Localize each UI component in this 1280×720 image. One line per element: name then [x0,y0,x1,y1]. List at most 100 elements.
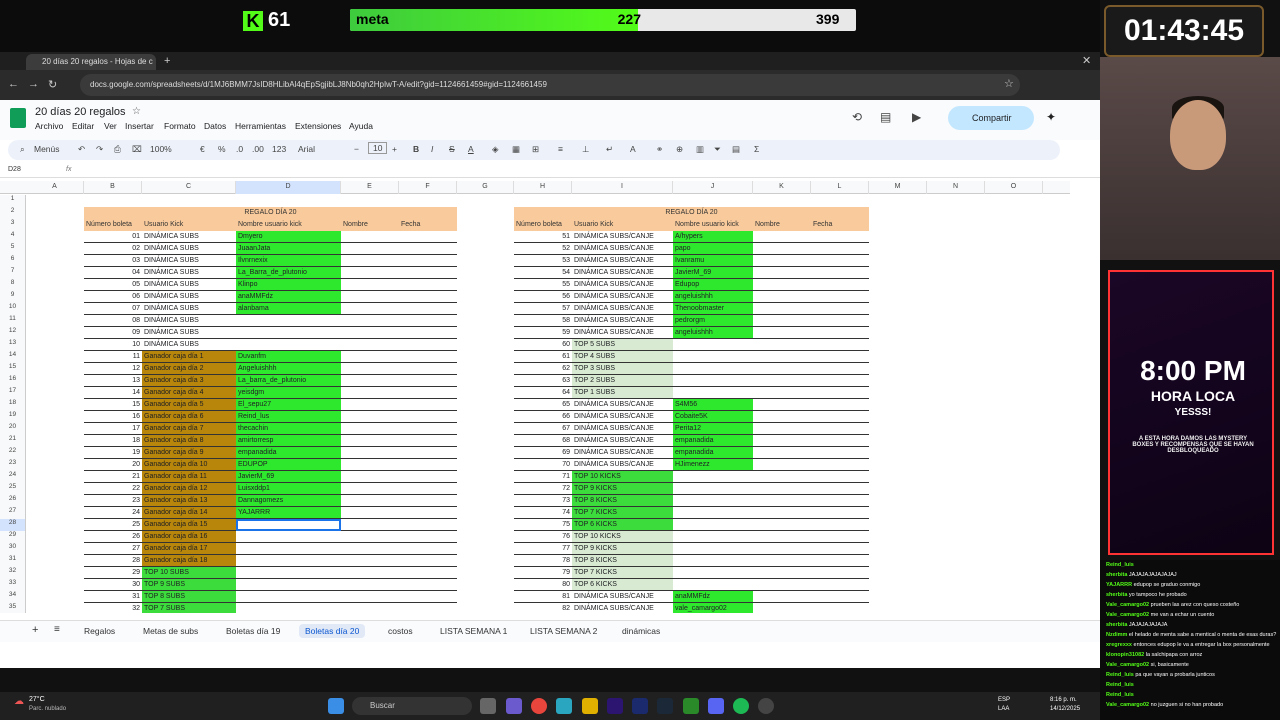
name-cell[interactable] [753,327,811,339]
name-cell[interactable] [341,279,399,291]
name-cell[interactable] [341,363,399,375]
date-cell[interactable] [811,555,869,567]
discord-icon[interactable] [708,698,724,714]
name-cell[interactable] [341,255,399,267]
date-cell[interactable] [399,423,457,435]
name-cell[interactable] [753,495,811,507]
ticket-number[interactable]: 70 [514,459,572,471]
name-cell[interactable] [753,435,811,447]
kick-username[interactable] [673,363,753,375]
kick-user-type[interactable]: DINÁMICA SUBS [142,243,236,255]
kick-username[interactable] [673,387,753,399]
sheet-tab-semana-1[interactable]: LISTA SEMANA 1 [440,626,507,636]
kick-user-type[interactable]: Ganador caja día 11 [142,471,236,483]
ticket-number[interactable]: 19 [84,447,142,459]
date-cell[interactable] [811,411,869,423]
date-cell[interactable] [811,567,869,579]
date-cell[interactable] [399,495,457,507]
date-cell[interactable] [811,507,869,519]
row-header[interactable]: 25 [0,483,26,495]
kick-username[interactable] [236,327,341,339]
name-cell[interactable] [341,543,399,555]
insert-comment-icon[interactable]: ⊕ [676,144,683,155]
kick-user-type[interactable]: TOP 8 KICKS [572,495,673,507]
date-cell[interactable] [811,483,869,495]
date-cell[interactable] [399,375,457,387]
kick-user-type[interactable]: TOP 8 SUBS [142,591,236,603]
date-cell[interactable] [399,255,457,267]
kick-user-type[interactable]: DINÁMICA SUBS/CANJE [572,291,673,303]
ticket-number[interactable]: 01 [84,231,142,243]
name-cell[interactable] [753,315,811,327]
kick-username[interactable]: Luisxddp1 [236,483,341,495]
ticket-number[interactable]: 67 [514,423,572,435]
spotify-icon[interactable] [733,698,749,714]
kick-user-type[interactable]: TOP 10 KICKS [572,471,673,483]
ticket-number[interactable]: 53 [514,255,572,267]
column-title[interactable]: Usuario Kick [142,219,236,231]
ticket-number[interactable]: 79 [514,567,572,579]
date-cell[interactable] [811,255,869,267]
name-cell[interactable] [753,351,811,363]
kick-username[interactable]: pedrorgm [673,315,753,327]
menu-insertar[interactable]: Insertar [125,121,154,131]
name-cell[interactable] [341,267,399,279]
ticket-number[interactable]: 74 [514,507,572,519]
row-header[interactable]: 26 [0,495,26,507]
menu-extensiones[interactable]: Extensiones [295,121,341,131]
ticket-number[interactable]: 08 [84,315,142,327]
kick-username[interactable] [673,531,753,543]
name-cell[interactable] [341,387,399,399]
kick-user-type[interactable]: DINÁMICA SUBS/CANJE [572,411,673,423]
kick-user-type[interactable]: DINÁMICA SUBS/CANJE [572,303,673,315]
name-cell[interactable] [753,363,811,375]
name-cell[interactable] [341,231,399,243]
kick-username[interactable]: angeluishhh [673,291,753,303]
name-cell[interactable] [341,291,399,303]
chat-username[interactable]: klonopin31082 [1106,652,1144,658]
name-cell[interactable] [341,399,399,411]
taskview-icon[interactable] [480,698,496,714]
ticket-number[interactable]: 71 [514,471,572,483]
name-cell[interactable] [753,411,811,423]
zoom-select[interactable]: 100% [150,144,172,154]
name-cell[interactable] [753,471,811,483]
kick-username[interactable] [236,555,341,567]
date-cell[interactable] [811,603,869,613]
kick-user-type[interactable]: TOP 4 SUBS [572,351,673,363]
language-indicator[interactable]: ESP [998,697,1010,703]
name-cell[interactable] [341,315,399,327]
currency-format[interactable]: € [200,144,205,154]
ticket-number[interactable]: 05 [84,279,142,291]
ticket-number[interactable]: 75 [514,519,572,531]
menu-ver[interactable]: Ver [104,121,117,131]
font-size-minus-icon[interactable]: − [354,144,359,154]
premiere-icon[interactable] [607,698,623,714]
kick-username[interactable]: Duvanfm [236,351,341,363]
sheet-tab-semana-2[interactable]: LISTA SEMANA 2 [530,626,597,636]
ticket-number[interactable]: 03 [84,255,142,267]
date-cell[interactable] [811,471,869,483]
kick-username[interactable]: vale_camargo02 [673,603,753,613]
date-cell[interactable] [399,363,457,375]
row-header[interactable]: 24 [0,471,26,483]
date-cell[interactable] [811,423,869,435]
date-cell[interactable] [399,351,457,363]
kick-username[interactable]: papo [673,243,753,255]
kick-username[interactable]: JavierM_69 [673,267,753,279]
date-cell[interactable] [399,387,457,399]
sheet-tab-dinamicas[interactable]: dinámicas [622,626,660,636]
ticket-number[interactable]: 55 [514,279,572,291]
ticket-number[interactable]: 69 [514,447,572,459]
share-button[interactable]: Compartir [948,106,1034,130]
star-icon[interactable]: ☆ [132,106,141,117]
kick-username[interactable]: Klinpo [236,279,341,291]
name-cell[interactable] [341,519,399,531]
explorer-icon[interactable] [582,698,598,714]
kick-username[interactable] [236,543,341,555]
name-cell[interactable] [753,243,811,255]
close-window-icon[interactable]: ✕ [1082,54,1091,67]
name-cell[interactable] [753,375,811,387]
column-title[interactable]: Número boleta [84,219,142,231]
kick-username[interactable]: angeluishhh [673,327,753,339]
